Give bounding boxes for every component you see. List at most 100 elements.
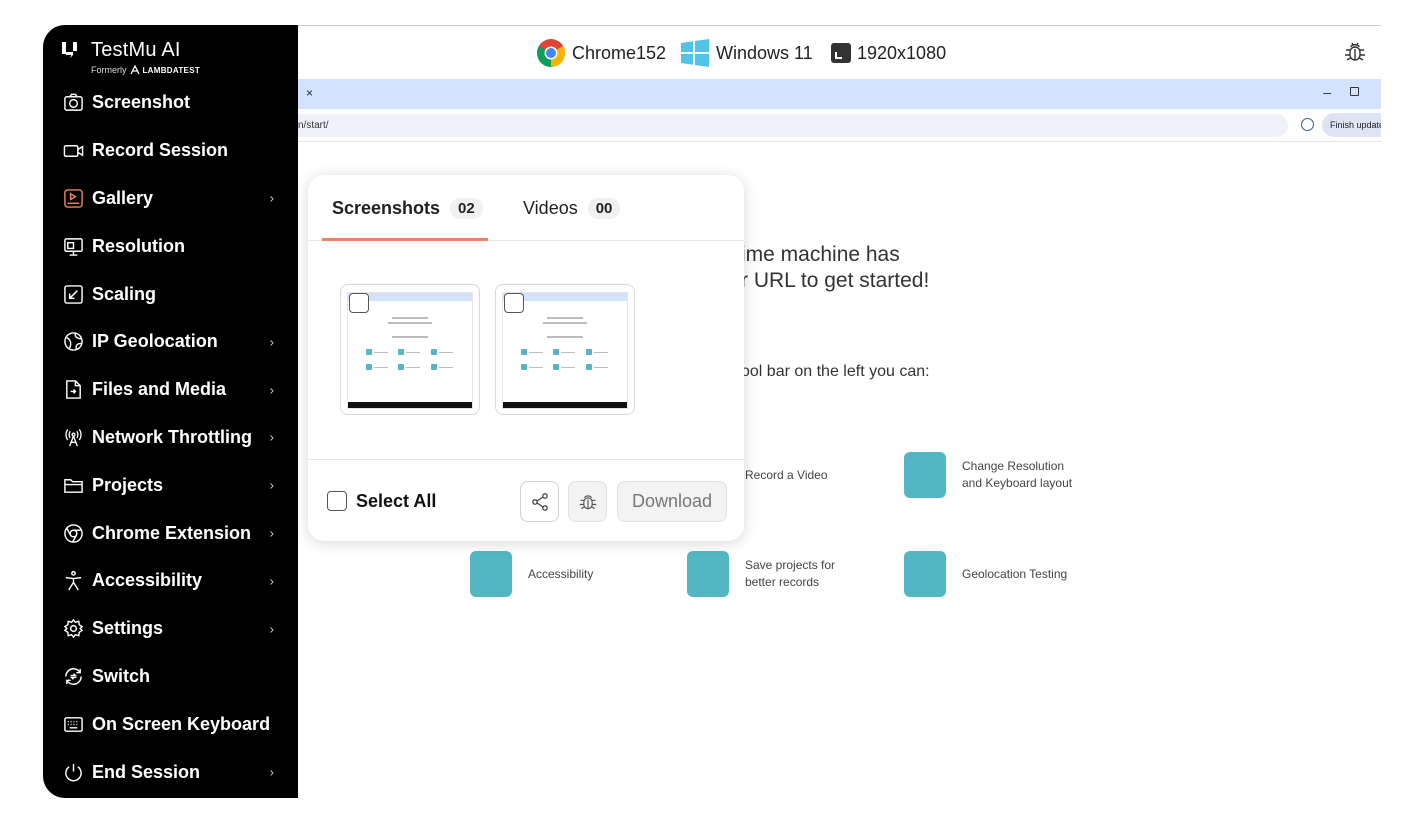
feature-icon	[904, 452, 946, 498]
sidebar-item-network-throttling[interactable]: Network Throttling ›	[43, 414, 298, 462]
feature-text: Save projects for better records	[745, 557, 835, 591]
brand-name: TestMu AI	[91, 39, 181, 61]
app-frame: TestMu AI Formerly LAMBDATEST Screenshot…	[43, 25, 1381, 798]
screenshot-thumbnail[interactable]	[495, 284, 635, 415]
feature-change-resolution: Change Resolution and Keyboard layout	[904, 452, 1072, 498]
finish-update-button[interactable]: Finish update	[1322, 113, 1381, 137]
feature-text-line: Geolocation Testing	[962, 566, 1068, 581]
tab-label: Videos	[523, 197, 578, 218]
sidebar-item-label: Screenshot	[92, 92, 191, 113]
sidebar-item-accessibility[interactable]: Accessibility ›	[43, 557, 298, 605]
feature-text: Change Resolution and Keyboard layout	[962, 458, 1072, 492]
tab-screenshots[interactable]: Screenshots 02	[332, 193, 483, 223]
share-button[interactable]	[520, 481, 559, 522]
select-all-checkbox[interactable]	[327, 491, 347, 511]
video-camera-icon	[62, 140, 84, 162]
tab-close-icon[interactable]: ×	[306, 86, 313, 100]
feature-text-line: Change Resolution	[962, 459, 1065, 473]
sidebar-item-label: Gallery	[92, 187, 154, 208]
feature-text-line: and Keyboard layout	[962, 476, 1073, 490]
sidebar-item-label: Network Throttling	[92, 426, 252, 447]
sidebar-item-switch[interactable]: Switch	[43, 653, 298, 701]
session-info-bar: Chrome152 Windows 11 1920x1080	[298, 25, 1381, 78]
bug-report-icon[interactable]	[1343, 40, 1367, 64]
os-version: Windows 11	[716, 42, 813, 63]
tab-videos[interactable]: Videos 00	[523, 193, 621, 223]
report-bug-button[interactable]	[568, 481, 607, 522]
chevron-right-icon: ›	[269, 429, 274, 445]
hero-text-line-1: ime machine has	[741, 243, 900, 266]
feature-icon	[470, 551, 512, 597]
sidebar-item-settings[interactable]: Settings ›	[43, 605, 298, 653]
sidebar-item-resolution[interactable]: Resolution	[43, 222, 298, 270]
sidebar-item-chrome-extension[interactable]: Chrome Extension ›	[43, 509, 298, 557]
sidebar-item-ip-geolocation[interactable]: IP Geolocation ›	[43, 318, 298, 366]
keyboard-icon	[62, 713, 84, 735]
brand-formerly-label: Formerly	[91, 65, 127, 75]
bug-icon	[579, 494, 596, 509]
power-icon	[62, 761, 84, 783]
thumbnail-checkbox[interactable]	[504, 293, 524, 313]
sidebar-item-on-screen-keyboard[interactable]: On Screen Keyboard	[43, 700, 298, 748]
download-button[interactable]: Download	[617, 481, 727, 522]
sidebar-item-projects[interactable]: Projects ›	[43, 461, 298, 509]
chevron-right-icon: ›	[269, 525, 274, 541]
screenshot-thumbnail[interactable]	[340, 284, 480, 415]
thumbnail-preview-dot	[586, 364, 592, 370]
tab-count: 00	[587, 197, 621, 219]
sidebar-item-label: Projects	[92, 474, 164, 495]
tab-label: Screenshots	[332, 197, 441, 218]
thumbnail-preview-line	[406, 367, 420, 368]
thumbnail-preview-line	[406, 352, 420, 353]
feature-icon	[904, 551, 946, 597]
feature-text-line: Accessibility	[528, 566, 594, 581]
switch-icon	[62, 665, 84, 687]
feature-text-line: Save projects for	[745, 558, 836, 572]
tab-count: 02	[450, 197, 483, 219]
thumbnail-preview-line	[529, 367, 543, 368]
sidebar-item-scaling[interactable]: Scaling	[43, 270, 298, 318]
feature-icon	[687, 551, 729, 597]
window-minimize-button[interactable]: –	[1323, 84, 1331, 100]
select-all-label[interactable]: Select All	[356, 491, 436, 512]
brand-former-name: LAMBDATEST	[142, 65, 201, 75]
thumbnail-preview-line	[388, 322, 432, 324]
thumbnail-preview-line	[392, 336, 428, 338]
feature-text: Accessibility	[528, 566, 593, 583]
testmu-logo-icon	[62, 42, 77, 58]
thumbnail-preview-line	[594, 367, 608, 368]
popup-divider	[308, 459, 744, 460]
thumbnail-preview-footer	[348, 402, 472, 408]
thumbnail-preview-dot	[398, 349, 404, 355]
thumbnail-preview-line	[439, 352, 453, 353]
thumbnail-preview-line	[374, 367, 388, 368]
sidebar-item-label: Scaling	[92, 283, 157, 304]
profile-icon[interactable]	[1301, 118, 1314, 131]
thumbnail-preview-dot	[553, 349, 559, 355]
os-info: Windows 11	[680, 36, 813, 70]
thumbnail-preview-dot	[521, 349, 527, 355]
chevron-right-icon: ›	[269, 764, 274, 780]
thumbnail-checkbox[interactable]	[349, 293, 369, 313]
thumbnail-preview-footer	[503, 402, 627, 408]
url-field[interactable]: n/start/	[298, 114, 1288, 137]
thumbnail-preview-line	[547, 317, 583, 319]
globe-icon	[62, 331, 84, 353]
gear-icon	[62, 618, 84, 640]
thumbnail-preview-dot	[431, 364, 437, 370]
window-maximize-button[interactable]	[1350, 87, 1359, 96]
sidebar-item-end-session[interactable]: End Session ›	[43, 748, 298, 796]
sidebar-item-record-session[interactable]: Record Session	[43, 127, 298, 175]
chevron-right-icon: ›	[269, 573, 274, 589]
browser-version: Chrome152	[572, 42, 667, 63]
sidebar-item-files-and-media[interactable]: Files and Media ›	[43, 366, 298, 414]
feature-geolocation: Geolocation Testing	[904, 551, 1067, 597]
sidebar-item-screenshot[interactable]: Screenshot	[43, 79, 298, 127]
sidebar-menu: Screenshot Record Session Gallery › Reso…	[43, 79, 298, 796]
sidebar-item-gallery[interactable]: Gallery ›	[43, 175, 298, 223]
feature-save-projects: Save projects for better records	[687, 551, 835, 597]
thumbnail-preview-line	[543, 322, 587, 324]
thumbnail-preview-line	[374, 352, 388, 353]
sidebar-item-label: IP Geolocation	[92, 331, 218, 352]
monitor-icon	[62, 235, 84, 257]
